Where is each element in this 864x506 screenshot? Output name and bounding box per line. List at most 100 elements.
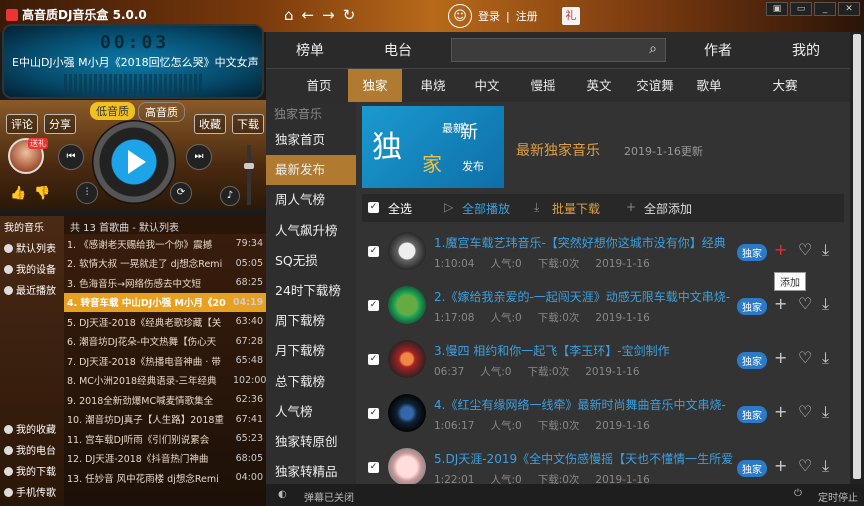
download-icon[interactable]: ⤓ <box>822 294 829 314</box>
subtab[interactable]: 首页 <box>292 69 346 103</box>
skin-icon[interactable]: ▣ <box>766 2 788 16</box>
subtab[interactable]: 独家 <box>348 69 402 103</box>
minimize-icon[interactable]: _ <box>814 2 836 16</box>
download-icon[interactable]: ⤓ <box>822 240 829 260</box>
high-quality-button[interactable]: 高音质 <box>138 102 185 122</box>
category-item[interactable]: SQ无损 <box>266 246 356 276</box>
playlist-row[interactable]: 3. 色海音乐→网络伤感去中文短 68:25 <box>64 273 266 293</box>
heart-icon[interactable]: ♡ <box>798 456 812 475</box>
add-all-button[interactable]: 全部添加 <box>644 200 692 217</box>
song-title[interactable]: 4.《红尘有缘网络一线牵》最新时尚舞曲音乐中文串烧- <box>434 396 734 413</box>
register-link[interactable]: 注册 <box>516 8 538 24</box>
gift-badge[interactable]: 送礼 <box>28 138 48 149</box>
song-title[interactable]: 3.慢四 相约和你一起飞【李玉环】-宝剑制作 <box>434 342 734 359</box>
add-icon[interactable]: + <box>774 240 787 259</box>
song-row[interactable]: ✓ 2.《嫁给我亲爱的-一起闯天涯》动感无限车载中文串烧- 1:17:08 人气:0 下… <box>362 280 844 334</box>
category-item[interactable]: 独家转原创 <box>266 427 356 457</box>
song-cover[interactable] <box>388 232 426 270</box>
home-icon[interactable]: ⌂ <box>284 6 294 24</box>
timer-icon[interactable]: ⏻ <box>794 488 802 499</box>
category-item[interactable]: 独家首页 <box>266 125 356 155</box>
subtab[interactable]: 串烧 <box>406 69 460 103</box>
playlist-row[interactable]: 9. 2018全新劲爆MC喊麦情歌集全 62:36 <box>64 390 266 410</box>
tab-charts[interactable]: 榜单 <box>296 40 324 60</box>
share-button[interactable]: 分享 <box>44 114 76 134</box>
volume-handle[interactable] <box>244 163 254 169</box>
nav-my-collection[interactable]: 我的收藏 <box>0 418 64 439</box>
equalizer-icon[interactable]: ⫶ <box>76 182 98 204</box>
add-icon[interactable]: + <box>774 402 787 421</box>
playlist-row[interactable]: 11. 宫车载DJ听雨《引们别说累会 65:23 <box>64 429 266 449</box>
playlist-row[interactable]: 8. MC小洲2018经典语录-三年经典 102:00 <box>64 371 266 391</box>
song-cover[interactable] <box>388 394 426 432</box>
download-icon[interactable]: ⤓ <box>822 348 829 368</box>
forward-icon[interactable]: → <box>322 6 335 24</box>
comment-button[interactable]: 评论 <box>6 114 38 134</box>
back-icon[interactable]: ← <box>302 6 315 24</box>
song-title[interactable]: 5.DJ天涯-2019《全中文伤感慢摇【天也不懂情一生所爱 <box>434 450 734 467</box>
playlist-row[interactable]: 12. DJ天涯-2018《抖音热门神曲 68:05 <box>64 449 266 469</box>
nav-default-list[interactable]: 默认列表 <box>0 237 64 258</box>
batch-download-button[interactable]: 批量下载 <box>552 200 600 217</box>
song-row[interactable]: ✓ 4.《红尘有缘网络一线牵》最新时尚舞曲音乐中文串烧- 1:06:17 人气:0 下载… <box>362 388 844 442</box>
loop-icon[interactable]: ⟳ <box>170 182 192 204</box>
banner-image[interactable]: 独 家 最新 新 发布 <box>362 106 504 188</box>
playlist-row[interactable]: 4. 转音车载 中山DJ小强 M小月《20 04:19 <box>64 292 266 312</box>
scrollbar-thumb[interactable] <box>853 34 861 479</box>
subtab[interactable]: 英文 <box>572 69 626 103</box>
playlist-row[interactable]: 6. 潮音坊DJ花朵-中文热舞【伤心天 67:28 <box>64 332 266 352</box>
song-title[interactable]: 1.魔宫车载艺玮音乐-【突然好想你这城市没有你】经典 <box>434 234 734 251</box>
heart-icon[interactable]: ♡ <box>798 402 812 421</box>
play-all-button[interactable]: 全部播放 <box>462 200 510 217</box>
heart-icon[interactable]: ♡ <box>798 348 812 367</box>
timer-stop-button[interactable]: 定时停止 <box>818 489 858 504</box>
category-item[interactable]: 人气飙升榜 <box>266 216 356 246</box>
category-item[interactable]: 24时下载榜 <box>266 276 356 306</box>
dislike-icon[interactable]: 👎 <box>34 186 50 201</box>
playlist-row[interactable]: 10. 潮音坊DJ真子【人生路】2018重 67:41 <box>64 410 266 430</box>
search-icon[interactable]: ⌕ <box>649 41 657 57</box>
volume-slider[interactable] <box>244 145 254 205</box>
song-row[interactable]: ✓ 1.魔宫车载艺玮音乐-【突然好想你这城市没有你】经典 1:10:04 人气:0 下载… <box>362 226 844 280</box>
playlist-row[interactable]: 7. DJ天涯-2018《热播电音神曲 · 带 65:48 <box>64 351 266 371</box>
song-checkbox[interactable]: ✓ <box>368 462 379 473</box>
add-icon[interactable]: + <box>774 294 787 313</box>
tab-author[interactable]: 作者 <box>704 40 732 60</box>
subtab[interactable]: 大赛 <box>758 69 812 103</box>
like-icon[interactable]: 👍 <box>10 186 26 201</box>
subtab[interactable]: 歌单 <box>682 69 736 103</box>
song-checkbox[interactable]: ✓ <box>368 246 379 257</box>
category-item[interactable]: 总下载榜 <box>266 367 356 397</box>
play-button[interactable] <box>92 120 176 204</box>
heart-icon[interactable]: ♡ <box>798 294 812 313</box>
subtab[interactable]: 交谊舞 <box>628 69 682 103</box>
refresh-icon[interactable]: ↻ <box>343 6 356 24</box>
nav-phone-transfer[interactable]: 手机传歌 <box>0 481 64 502</box>
playlist-row[interactable]: 1. 《感谢老天赐给我一个你》震撼 79:34 <box>64 234 266 254</box>
playlist-row[interactable]: 2. 软情大叔 一晃就走了 dj想念Remi 05:05 <box>64 254 266 274</box>
download-icon[interactable]: ⤓ <box>822 456 829 476</box>
song-cover[interactable] <box>388 448 426 486</box>
tab-radio[interactable]: 电台 <box>384 40 412 60</box>
song-cover[interactable] <box>388 340 426 378</box>
scrollbar[interactable] <box>850 32 864 484</box>
category-item[interactable]: 人气榜 <box>266 397 356 427</box>
volume-icon[interactable]: ♪ <box>220 186 240 206</box>
select-all-label[interactable]: 全选 <box>388 200 412 217</box>
next-icon[interactable]: ⏭ <box>186 144 212 170</box>
category-item[interactable]: 独家转精品 <box>266 457 356 487</box>
gift-icon[interactable]: 礼 <box>561 7 580 25</box>
add-icon[interactable]: + <box>774 456 787 475</box>
nav-my-download[interactable]: 我的下载 <box>0 460 64 481</box>
category-item[interactable]: 周人气榜 <box>266 185 356 215</box>
collect-button[interactable]: 收藏 <box>194 114 226 134</box>
song-checkbox[interactable]: ✓ <box>368 300 379 311</box>
category-item[interactable]: 月下载榜 <box>266 336 356 366</box>
nav-my-radio[interactable]: 我的电台 <box>0 439 64 460</box>
song-title[interactable]: 2.《嫁给我亲爱的-一起闯天涯》动感无限车载中文串烧- <box>434 288 734 305</box>
user-avatar-icon[interactable]: ☺ <box>448 4 472 28</box>
subtab[interactable]: 中文 <box>460 69 514 103</box>
nav-my-devices[interactable]: 我的设备 <box>0 258 64 279</box>
select-all-checkbox[interactable]: ✓ <box>368 202 379 213</box>
category-item[interactable]: 周下载榜 <box>266 306 356 336</box>
